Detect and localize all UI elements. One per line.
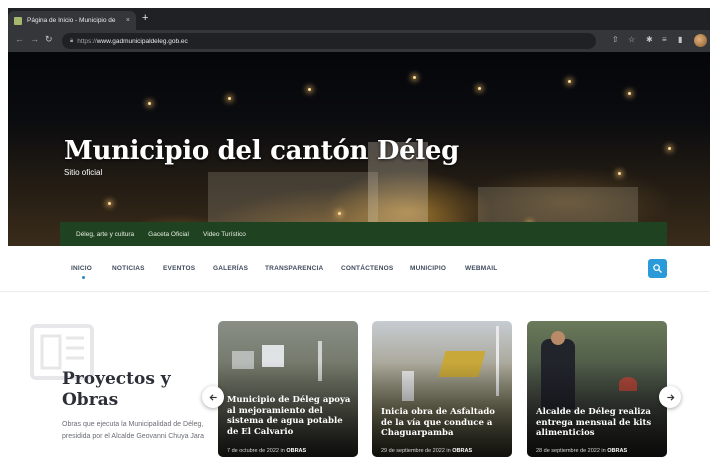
card-date: 29 de septiembre de 2022 in xyxy=(381,448,451,454)
forward-arrow-icon[interactable]: → xyxy=(30,34,39,44)
nav-item-contactenos[interactable]: CONTÁCTENOS xyxy=(341,265,393,272)
carousel-prev-button[interactable] xyxy=(202,386,224,408)
hero-light xyxy=(668,147,671,150)
url-scheme: https:// xyxy=(77,37,97,45)
tab-title: Página de Inicio - Municipio de xyxy=(27,17,116,24)
card-category[interactable]: OBRAS xyxy=(452,448,472,454)
secondary-nav-item-video[interactable]: Video Turístico xyxy=(203,231,246,238)
nav-item-noticias[interactable]: NOTICIAS xyxy=(112,265,145,272)
chevron-right-icon xyxy=(666,393,674,401)
address-bar[interactable]: 🔒︎ https:// www.gadmunicipaldeleg.gob.ec xyxy=(62,33,596,49)
card-meta: 29 de septiembre de 2022 in OBRAS xyxy=(381,448,472,454)
hero-light xyxy=(228,97,231,100)
profile-avatar[interactable] xyxy=(694,34,707,47)
secondary-nav: Déleg, arte y cultura Gaceta Oficial Vid… xyxy=(60,222,667,246)
card-date: 7 de octubre de 2022 in xyxy=(227,448,285,454)
card-title[interactable]: Inicia obra de Asfaltado de la vía que c… xyxy=(381,407,507,439)
hero-light xyxy=(628,92,631,95)
reload-icon[interactable]: ↻ xyxy=(45,34,53,45)
main-nav: INICIO NOTICIAS EVENTOS GALERÍAS TRANSPA… xyxy=(0,246,710,292)
card-title[interactable]: Alcalde de Déleg realiza entrega mensual… xyxy=(536,407,662,439)
hero-building xyxy=(478,187,638,227)
hero-light xyxy=(568,80,571,83)
search-icon xyxy=(653,264,662,273)
hero-light xyxy=(478,87,481,90)
carousel-next-button[interactable] xyxy=(659,386,681,408)
hero-light xyxy=(413,76,416,79)
nav-item-galerias[interactable]: GALERÍAS xyxy=(213,265,248,272)
back-arrow-icon[interactable]: ← xyxy=(15,34,24,44)
section-description: Obras que ejecuta la Municipalidad de Dé… xyxy=(62,421,205,440)
nav-item-webmail[interactable]: WEBMAIL xyxy=(465,265,497,272)
hero-light xyxy=(618,172,621,175)
news-card[interactable]: Alcalde de Déleg realiza entrega mensual… xyxy=(527,321,667,457)
active-indicator xyxy=(82,276,85,279)
card-category[interactable]: OBRAS xyxy=(286,448,306,454)
search-button[interactable] xyxy=(648,259,667,278)
section-title: Proyectos y Obras xyxy=(62,369,171,410)
browser-tab[interactable]: Página de Inicio - Municipio de × xyxy=(8,11,136,30)
card-category[interactable]: OBRAS xyxy=(607,448,627,454)
browser-toolbar: ← → ↻ 🔒︎ https:// www.gadmunicipaldeleg.… xyxy=(8,30,710,52)
side-panel-icon[interactable]: ▮ xyxy=(678,35,682,44)
card-date: 28 de septiembre de 2022 in xyxy=(536,448,606,454)
card-meta: 28 de septiembre de 2022 in OBRAS xyxy=(536,448,627,454)
lock-icon: 🔒︎ xyxy=(70,37,74,44)
url-host: www.gadmunicipaldeleg.gob.ec xyxy=(96,37,188,45)
hero-light xyxy=(108,202,111,205)
hero-light xyxy=(148,102,151,105)
bookmark-star-icon[interactable]: ☆ xyxy=(628,35,635,44)
hero-light xyxy=(338,212,341,215)
secondary-nav-item-gaceta[interactable]: Gaceta Oficial xyxy=(148,231,189,238)
new-tab-button[interactable]: + xyxy=(142,12,148,24)
nav-item-eventos[interactable]: EVENTOS xyxy=(163,265,195,272)
nav-item-transparencia[interactable]: TRANSPARENCIA xyxy=(265,265,323,272)
secondary-nav-item-arte[interactable]: Déleg, arte y cultura xyxy=(76,231,134,238)
tab-close-button[interactable]: × xyxy=(126,17,130,24)
nav-item-inicio[interactable]: INICIO xyxy=(71,265,92,272)
media-control-icon[interactable]: ≡ xyxy=(662,35,667,44)
favicon-icon xyxy=(14,16,22,25)
hero-light xyxy=(308,88,311,91)
news-card[interactable]: Municipio de Déleg apoya al mejoramiento… xyxy=(218,321,358,457)
site-subtitle: Sitio oficial xyxy=(64,168,103,177)
browser-chrome: Página de Inicio - Municipio de × + ← → … xyxy=(8,8,710,52)
chevron-left-icon xyxy=(209,393,217,401)
extension-puzzle-icon[interactable]: ✱ xyxy=(646,35,653,44)
card-title[interactable]: Municipio de Déleg apoya al mejoramiento… xyxy=(227,395,353,437)
tab-bar: Página de Inicio - Municipio de × + xyxy=(8,8,710,30)
site-title: Municipio del cantón Déleg xyxy=(64,136,460,166)
hero-building xyxy=(208,172,378,222)
news-card[interactable]: Inicia obra de Asfaltado de la vía que c… xyxy=(372,321,512,457)
nav-item-municipio[interactable]: MUNICIPIO xyxy=(410,265,446,272)
card-meta: 7 de octubre de 2022 in OBRAS xyxy=(227,448,306,454)
share-icon[interactable]: ⇧ xyxy=(612,35,619,44)
